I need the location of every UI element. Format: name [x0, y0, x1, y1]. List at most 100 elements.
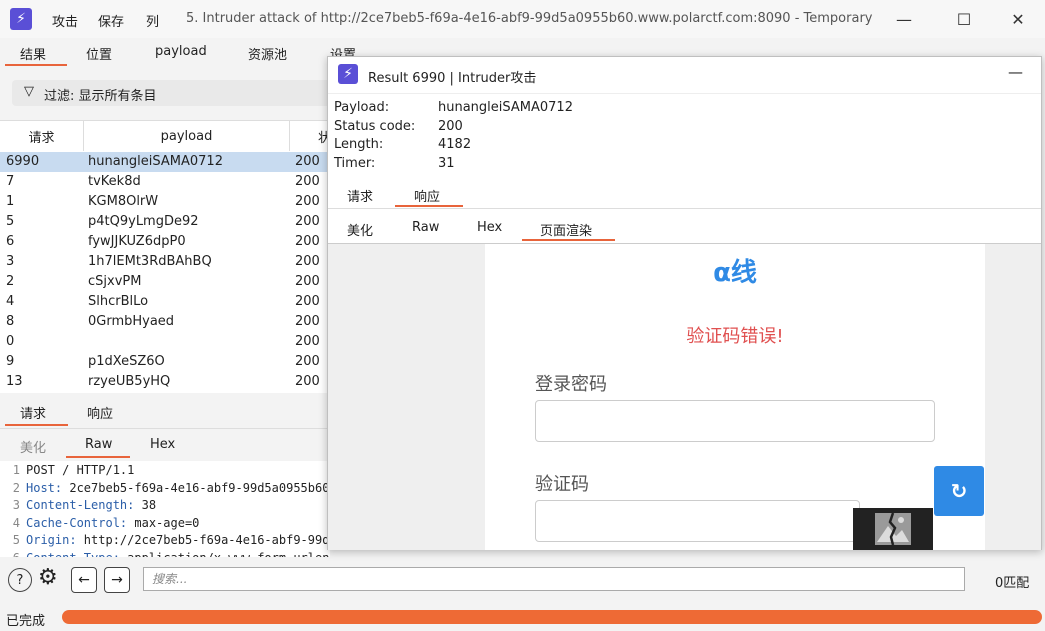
meta-payload-label: Payload:	[334, 100, 390, 115]
dialog-titlebar: ⚡ Result 6990 | Intruder攻击 —	[328, 57, 1041, 93]
subtab-pretty[interactable]: 美化	[20, 437, 46, 456]
header-value: max-age=0	[127, 515, 200, 530]
lower-tab-request[interactable]: 请求	[20, 403, 46, 422]
header-name: Host:	[26, 480, 63, 495]
line-number: 1	[12, 463, 20, 477]
dialog-tab-response[interactable]: 响应	[414, 186, 440, 205]
password-input[interactable]	[535, 400, 935, 442]
broken-image-icon	[853, 508, 933, 550]
close-icon[interactable]: ✕	[998, 0, 1038, 38]
maximize-icon[interactable]: ☐	[944, 0, 984, 38]
error-message: 验证码错误!	[686, 326, 784, 347]
cell-request: 3	[6, 254, 15, 269]
cell-status: 200	[295, 234, 320, 249]
cell-status: 200	[295, 174, 320, 189]
header-name: Cache-Control:	[26, 515, 128, 530]
cell-status: 200	[295, 374, 320, 389]
meta-status-label: Status code:	[334, 119, 416, 134]
back-arrow-icon[interactable]: ←	[71, 567, 97, 593]
dialog-subtab-pretty[interactable]: 美化	[347, 220, 373, 239]
table-row[interactable]: 8 0GrmbHyaed 200	[0, 312, 330, 332]
search-input[interactable]: 搜索...	[143, 567, 965, 591]
tab-resource-pool[interactable]: 资源池	[248, 44, 287, 63]
dialog-tab-request[interactable]: 请求	[347, 186, 373, 205]
table-row[interactable]: 7 tvKek8d 200	[0, 172, 330, 192]
line-number: 3	[12, 498, 20, 513]
menu-save[interactable]: 保存	[98, 11, 124, 30]
table-row[interactable]: 5 p4tQ9yLmgDe92 200	[0, 212, 330, 232]
meta-timer-value: 31	[438, 156, 455, 171]
lightning-icon: ⚡	[338, 64, 358, 84]
refresh-icon[interactable]: ↻	[934, 466, 984, 516]
cell-request: 5	[6, 214, 15, 229]
cell-request: 6990	[6, 154, 40, 169]
column-header-status[interactable]: 状	[290, 121, 331, 151]
header-value: 38	[134, 498, 157, 513]
table-row[interactable]: 6990 hunangleiSAMA0712 200	[0, 152, 330, 172]
cell-payload: p4tQ9yLmgDe92	[88, 214, 199, 229]
filter-label: 过滤: 显示所有条目	[44, 89, 157, 104]
results-table: 请求 payload 状 6990 hunangleiSAMA0712 200 7 tv…	[0, 120, 331, 393]
editor-line: 3 Content-Length: 38	[0, 498, 156, 516]
dialog-subtab-hex[interactable]: Hex	[477, 220, 502, 235]
filter-icon: ▽	[24, 84, 34, 99]
match-count: 0匹配	[995, 576, 1030, 591]
request-editor[interactable]: 1 POST / HTTP/1.1 2 Host: 2ce7beb5-f69a-4e1…	[0, 461, 330, 557]
dialog-subtab-indicator	[522, 239, 615, 241]
table-row[interactable]: 9 p1dXeSZ6O 200	[0, 352, 330, 372]
subtab-raw[interactable]: Raw	[85, 437, 112, 452]
table-row[interactable]: 4 SlhcrBlLo 200	[0, 292, 330, 312]
minimize-icon[interactable]: —	[884, 0, 924, 38]
header-value: 2ce7beb5-f69a-4e16-abf9-99d5a0955b60	[62, 480, 330, 495]
cell-status: 200	[295, 214, 320, 229]
table-row[interactable]: 1 KGM8OlrW 200	[0, 192, 330, 212]
lower-tab-response[interactable]: 响应	[87, 403, 113, 422]
cell-payload: SlhcrBlLo	[88, 294, 149, 309]
table-row[interactable]: 13 rzyeUB5yHQ 200	[0, 372, 330, 392]
cell-status: 200	[295, 334, 320, 349]
cell-request: 9	[6, 354, 15, 369]
cell-request: 0	[6, 334, 15, 349]
header-name: Content-Length:	[26, 498, 135, 513]
dialog-subtab-raw[interactable]: Raw	[412, 220, 439, 235]
subtab-hex[interactable]: Hex	[150, 437, 175, 452]
cell-payload: cSjxvPM	[88, 274, 142, 289]
cell-request: 4	[6, 294, 15, 309]
divider	[0, 428, 330, 429]
line-text: POST / HTTP/1.1	[26, 463, 135, 477]
tab-payloads[interactable]: payload	[155, 44, 207, 59]
menu-attack[interactable]: 攻击	[52, 11, 78, 30]
cell-status: 200	[295, 194, 320, 209]
meta-length-value: 4182	[438, 137, 472, 152]
header-name: Origin:	[26, 533, 77, 548]
column-header-payload[interactable]: payload	[84, 121, 290, 151]
forward-arrow-icon[interactable]: →	[104, 567, 130, 593]
cell-payload: p1dXeSZ6O	[88, 354, 165, 369]
tab-results[interactable]: 结果	[20, 44, 46, 63]
site-logo: α线	[713, 258, 757, 288]
cell-payload: 1h7lEMt3RdBAhBQ	[88, 254, 212, 269]
column-header-request[interactable]: 请求	[0, 121, 84, 151]
cell-status: 200	[295, 274, 320, 289]
editor-line: 4 Cache-Control: max-age=0	[0, 515, 200, 534]
active-tab-indicator	[5, 64, 67, 66]
help-icon[interactable]: ?	[8, 568, 32, 592]
tab-positions[interactable]: 位置	[86, 44, 112, 63]
filter-bar[interactable]: ▽ 过滤: 显示所有条目	[12, 80, 342, 106]
cell-request: 13	[6, 374, 23, 389]
table-row[interactable]: 3 1h7lEMt3RdBAhBQ 200	[0, 252, 330, 272]
table-row[interactable]: 0 200	[0, 332, 330, 352]
table-row[interactable]: 6 fywJJKUZ6dpP0 200	[0, 232, 330, 252]
cell-payload: tvKek8d	[88, 174, 141, 189]
cell-payload: rzyeUB5yHQ	[88, 374, 171, 389]
menu-columns[interactable]: 列	[146, 11, 159, 30]
captcha-input[interactable]	[535, 500, 860, 542]
divider	[328, 93, 1041, 94]
gear-icon[interactable]: ⚙	[38, 566, 58, 590]
rendered-page: α线 验证码错误! 登录密码 验证码	[485, 244, 985, 550]
table-body: 6990 hunangleiSAMA0712 200 7 tvKek8d 200 1 KGM8…	[0, 152, 330, 392]
table-row[interactable]: 2 cSjxvPM 200	[0, 272, 330, 292]
minimize-icon[interactable]: —	[1008, 63, 1023, 81]
line-number: 5	[12, 533, 20, 548]
dialog-subtab-render[interactable]: 页面渲染	[540, 220, 592, 239]
